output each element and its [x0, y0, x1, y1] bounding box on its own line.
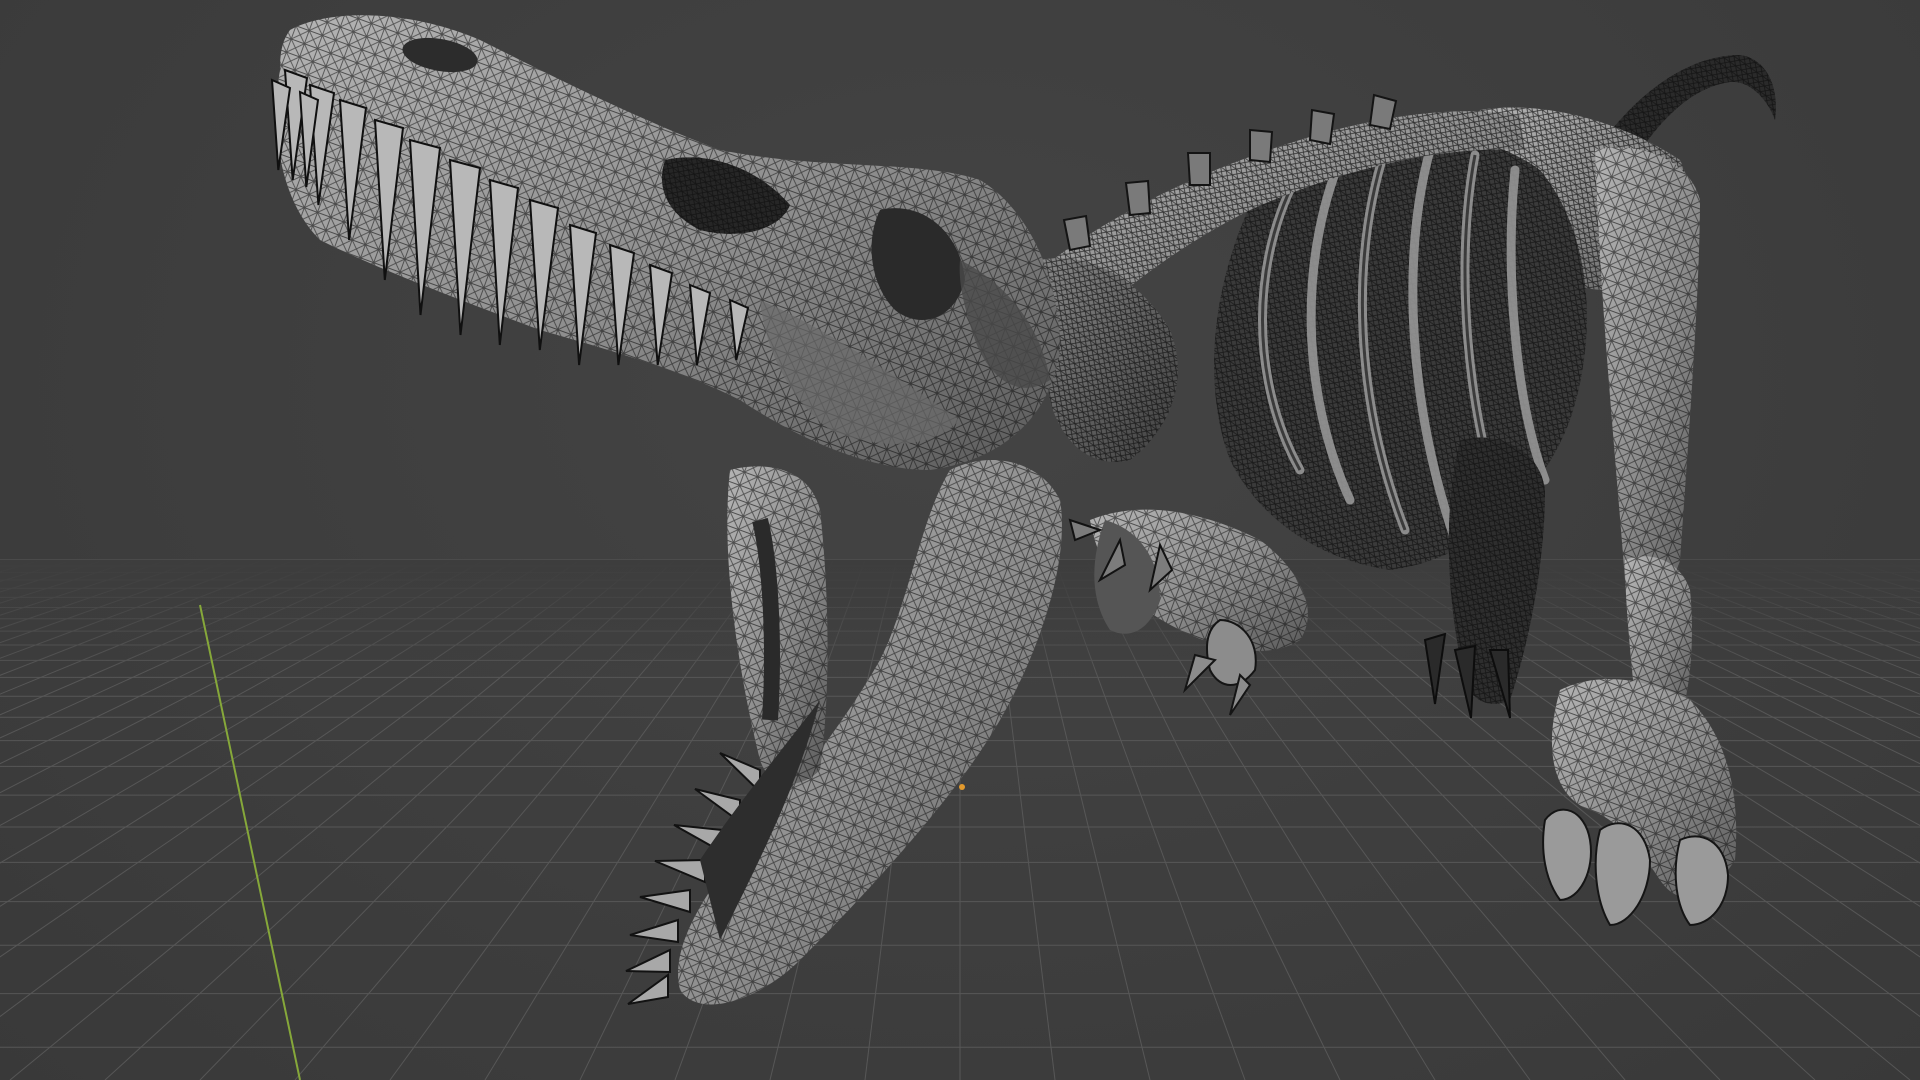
viewport-canvas[interactable] [0, 0, 1920, 1080]
dinosaur-skeleton-mesh[interactable] [270, 15, 1776, 1005]
tooth [639, 888, 691, 914]
skull [270, 15, 1060, 470]
tooth [627, 973, 669, 1005]
tooth [629, 918, 679, 944]
tooth [625, 948, 671, 974]
tooth [654, 858, 706, 884]
object-origin [959, 784, 965, 790]
forelimbs [1068, 509, 1308, 716]
lower-jaw [625, 460, 1062, 1005]
3d-viewport[interactable] [0, 0, 1920, 1080]
